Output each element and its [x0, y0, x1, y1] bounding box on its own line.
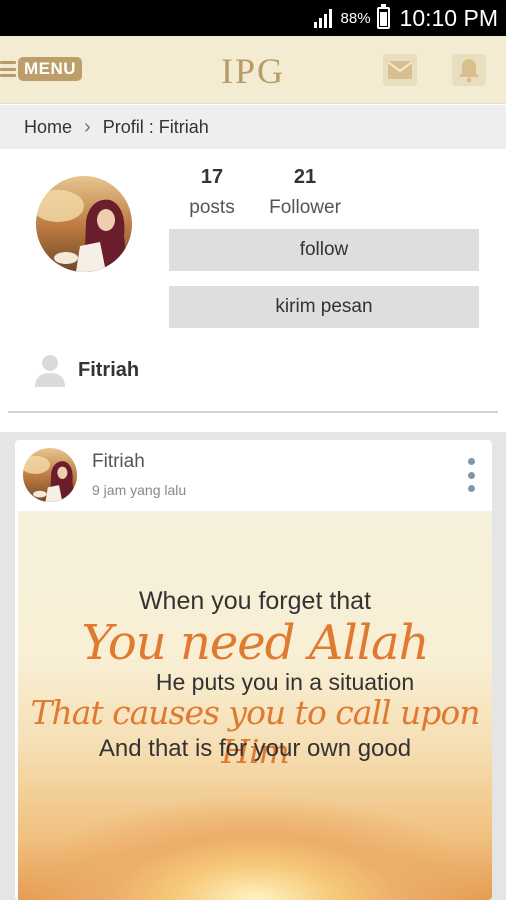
quote-line-2: You need Allah [81, 615, 429, 671]
follow-button[interactable]: follow [169, 229, 479, 271]
breadcrumb: Home › Profil : Fitriah [0, 105, 506, 149]
quote-line-5: And that is for your own good [98, 735, 412, 762]
post-card: Fitriah 9 jam yang lalu When you forget … [15, 440, 492, 900]
mail-icon [387, 61, 413, 79]
notifications-button[interactable] [452, 54, 486, 86]
user-icon [35, 355, 65, 387]
signal-icon [313, 9, 332, 28]
bell-icon [459, 59, 479, 83]
profile-name-row: Fitriah [34, 352, 139, 388]
posts-label: posts [189, 197, 235, 218]
status-bar: 88% 10:10 PM [0, 0, 506, 36]
profile-avatar [36, 176, 132, 272]
post-author-avatar[interactable] [23, 448, 77, 502]
battery-icon [376, 4, 390, 29]
followers-count: 21 [293, 166, 317, 188]
quote-line-1: When you forget that [138, 587, 372, 615]
hamburger-icon [0, 61, 16, 77]
send-message-button[interactable]: kirim pesan [169, 286, 479, 328]
breadcrumb-home[interactable]: Home [24, 117, 72, 138]
posts-count: 17 [200, 166, 224, 188]
post-author-name[interactable]: Fitriah [92, 451, 145, 473]
quote-line-3: He puts you in a situation [155, 669, 415, 695]
messages-button[interactable] [383, 54, 417, 86]
breadcrumb-current: Profil : Fitriah [102, 116, 209, 137]
more-options-icon[interactable] [464, 458, 478, 492]
profile-name: Fitriah [78, 358, 140, 381]
menu-label: MENU [18, 57, 83, 81]
chevron-right-icon: › [84, 115, 91, 138]
post-timestamp: 9 jam yang lalu [92, 482, 187, 498]
posts-stat: 17 posts [180, 166, 244, 219]
clock: 10:10 PM [399, 4, 498, 31]
followers-label: Follower [269, 197, 341, 218]
section-divider [8, 411, 498, 413]
post-image[interactable]: When you forget that You need Allah He p… [18, 511, 492, 900]
menu-button[interactable]: MENU [0, 56, 83, 82]
followers-stat[interactable]: 21 Follower [262, 166, 348, 219]
app-bar: MENU IPG [0, 36, 506, 104]
status-indicators: 88% 10:10 PM [313, 0, 498, 36]
battery-percent: 88% [340, 9, 371, 27]
